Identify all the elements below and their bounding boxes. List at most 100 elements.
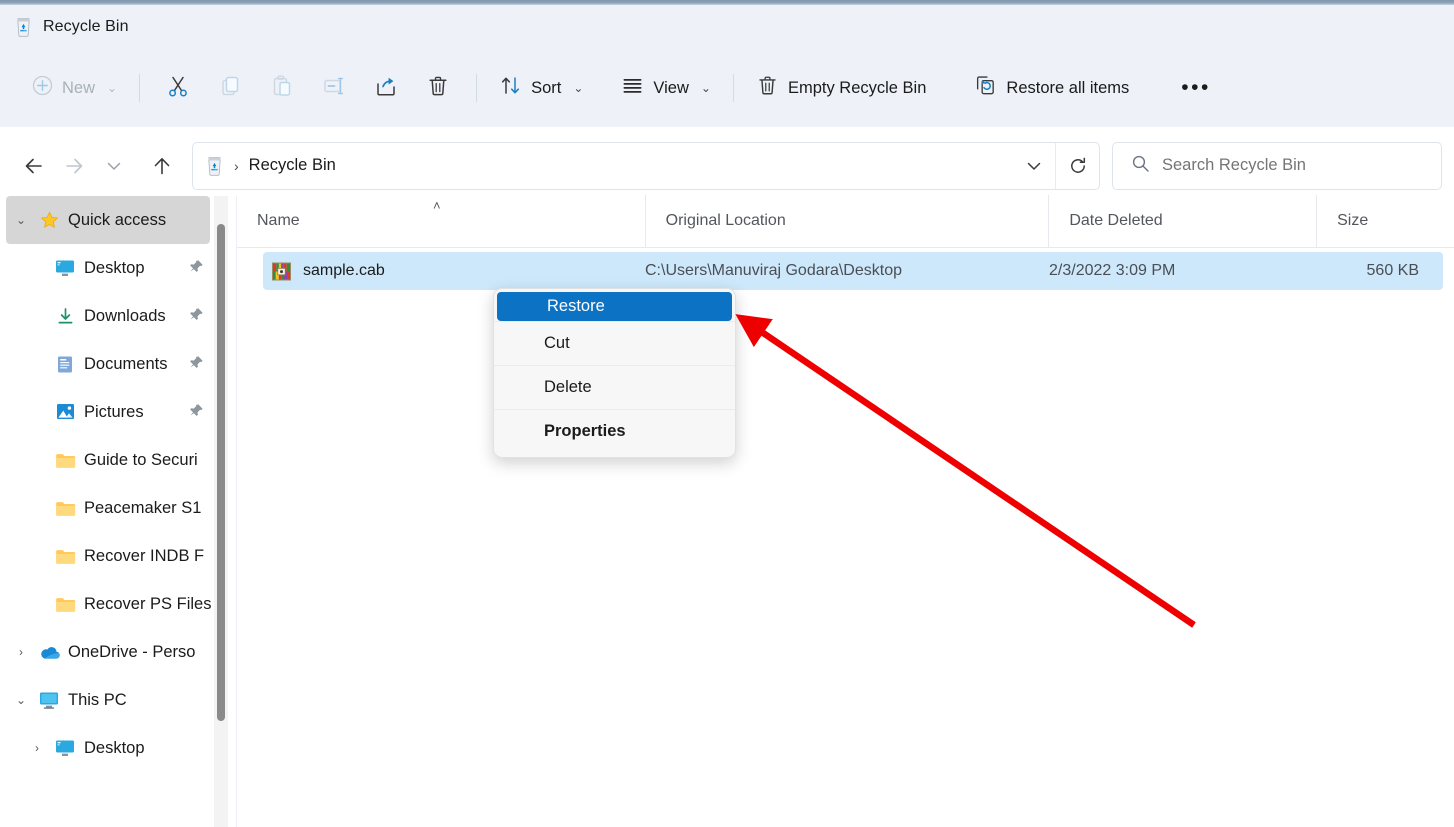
pc-icon: [36, 691, 62, 709]
restore-all-items-button[interactable]: Restore all items: [964, 68, 1139, 108]
sidebar-item-recover-ps-files[interactable]: Recover PS Files: [22, 580, 212, 628]
chevron-down-icon: ⌄: [700, 81, 711, 95]
sidebar-item-label: Guide to Securi: [84, 450, 198, 469]
sidebar-item-desktop[interactable]: › Desktop: [22, 724, 210, 772]
navigation-pane[interactable]: ⌄ Quick access Desktop Downloads Documents Pi…: [0, 196, 236, 827]
sidebar-item-recover-indb-f[interactable]: Recover INDB F: [22, 532, 210, 580]
new-button[interactable]: New ⌄: [22, 68, 127, 108]
pin-icon[interactable]: [189, 403, 204, 422]
sort-button[interactable]: Sort ⌄: [489, 68, 593, 108]
sidebar-item-desktop[interactable]: Desktop: [22, 244, 210, 292]
sidebar-item-this-pc[interactable]: ⌄ This PC: [6, 676, 210, 724]
column-header-size[interactable]: Size: [1316, 195, 1454, 247]
empty-recycle-bin-button[interactable]: Empty Recycle Bin: [746, 68, 936, 108]
table-row[interactable]: sample.cab C:\Users\Manuviraj Godara\Des…: [263, 252, 1443, 290]
rename-button[interactable]: [308, 68, 360, 108]
sidebar-item-peacemaker-s1[interactable]: Peacemaker S1: [22, 484, 210, 532]
up-button[interactable]: [142, 146, 182, 186]
file-name: sample.cab: [303, 262, 385, 279]
search-box[interactable]: [1112, 141, 1442, 190]
window-title: Recycle Bin: [43, 18, 129, 35]
navigation-pane-scrollbar[interactable]: [214, 196, 228, 827]
breadcrumb-label[interactable]: Recycle Bin: [249, 156, 336, 175]
cell-size: 560 KB: [1366, 262, 1419, 279]
file-list-area[interactable]: ˄ Name Original Location Date Deleted Si…: [236, 195, 1454, 827]
chevron-down-icon: ⌄: [107, 81, 118, 95]
recent-locations-button[interactable]: [94, 146, 134, 186]
plus-circle-icon: [32, 75, 53, 101]
search-icon: [1131, 154, 1150, 178]
column-label: Original Location: [665, 212, 786, 229]
scrollbar-thumb[interactable]: [217, 224, 225, 721]
sidebar-item-label: Pictures: [84, 402, 144, 421]
sidebar-item-label: Documents: [84, 354, 168, 373]
sidebar-item-quick-access[interactable]: ⌄ Quick access: [6, 196, 210, 244]
star-icon: [36, 210, 62, 230]
search-input[interactable]: [1162, 156, 1392, 175]
address-bar[interactable]: › Recycle Bin: [192, 141, 1100, 190]
pin-icon[interactable]: [189, 259, 204, 278]
cell-name: sample.cab: [263, 261, 645, 282]
column-header-row: ˄ Name Original Location Date Deleted Si…: [237, 195, 1454, 248]
pin-icon[interactable]: [189, 307, 204, 326]
cut-button[interactable]: [152, 68, 204, 108]
restore-arrow-icon: [974, 74, 997, 102]
pin-icon[interactable]: [189, 355, 204, 374]
onedrive-icon: [36, 645, 62, 660]
document-icon: [52, 355, 78, 374]
back-button[interactable]: [14, 146, 54, 186]
chevron-right-icon[interactable]: ›: [6, 645, 36, 659]
sidebar-item-label: Quick access: [68, 210, 167, 229]
view-button[interactable]: View ⌄: [611, 68, 721, 108]
share-button[interactable]: [360, 68, 412, 108]
sidebar-item-pictures[interactable]: Pictures: [22, 388, 210, 436]
refresh-button[interactable]: [1055, 142, 1099, 189]
sidebar-item-documents[interactable]: Documents: [22, 340, 210, 388]
view-button-label: View: [653, 78, 689, 97]
sidebar-item-label: Desktop: [84, 258, 145, 277]
desktop-icon: [52, 739, 78, 757]
desktop-icon: [52, 259, 78, 277]
sidebar-item-guide-to-securi[interactable]: Guide to Securi: [22, 436, 210, 484]
column-header-date-deleted[interactable]: Date Deleted: [1048, 195, 1316, 247]
column-label: Size: [1337, 212, 1369, 229]
breadcrumb[interactable]: › Recycle Bin: [193, 156, 1013, 176]
column-label: Name: [257, 212, 300, 229]
share-icon: [374, 74, 398, 103]
sidebar-item-label: Desktop: [84, 738, 145, 757]
recycle-bin-icon: [14, 17, 33, 37]
sidebar-item-onedrive-perso[interactable]: › OneDrive - Perso: [6, 628, 210, 676]
empty-recycle-bin-label: Empty Recycle Bin: [787, 78, 927, 97]
chevron-down-icon[interactable]: ⌄: [6, 213, 36, 227]
chevron-right-icon[interactable]: ›: [22, 741, 52, 755]
list-lines-icon: [621, 74, 644, 102]
toolbar-separator-2: [476, 74, 478, 102]
sort-ascending-icon: ˄: [433, 198, 441, 213]
copy-button[interactable]: [204, 68, 256, 108]
delete-button[interactable]: [412, 68, 464, 108]
cell-date-deleted: 2/3/2022 3:09 PM: [1049, 262, 1176, 279]
command-bar: New ⌄ Sort ⌄ View ⌄ Empty Recycle Bin Re…: [0, 49, 1454, 127]
sidebar-item-downloads[interactable]: Downloads: [22, 292, 210, 340]
context-menu-item-delete[interactable]: Delete: [494, 365, 735, 409]
context-menu-item-properties[interactable]: Properties: [494, 409, 735, 453]
column-header-name[interactable]: ˄ Name: [237, 195, 645, 247]
scissors-icon: [166, 74, 190, 103]
context-menu[interactable]: Restore Cut Delete Properties: [493, 288, 736, 458]
chevron-down-icon[interactable]: ⌄: [6, 693, 36, 707]
sort-button-label: Sort: [531, 78, 562, 97]
ellipsis-icon: •••: [1181, 76, 1211, 99]
forward-button[interactable]: [54, 146, 94, 186]
context-menu-item-restore[interactable]: Restore: [497, 292, 732, 321]
picture-icon: [52, 403, 78, 421]
address-dropdown-button[interactable]: [1013, 143, 1055, 189]
cell-original-location: C:\Users\Manuviraj Godara\Desktop: [645, 262, 902, 279]
overflow-menu-button[interactable]: •••: [1167, 68, 1225, 108]
column-header-original-location[interactable]: Original Location: [644, 195, 1049, 247]
context-menu-item-cut[interactable]: Cut: [494, 321, 735, 365]
cab-archive-icon: [271, 261, 292, 282]
sidebar-item-label: Recover PS Files: [84, 594, 212, 613]
sidebar-item-label: Downloads: [84, 306, 166, 325]
paste-button[interactable]: [256, 68, 308, 108]
folder-icon: [52, 500, 78, 517]
